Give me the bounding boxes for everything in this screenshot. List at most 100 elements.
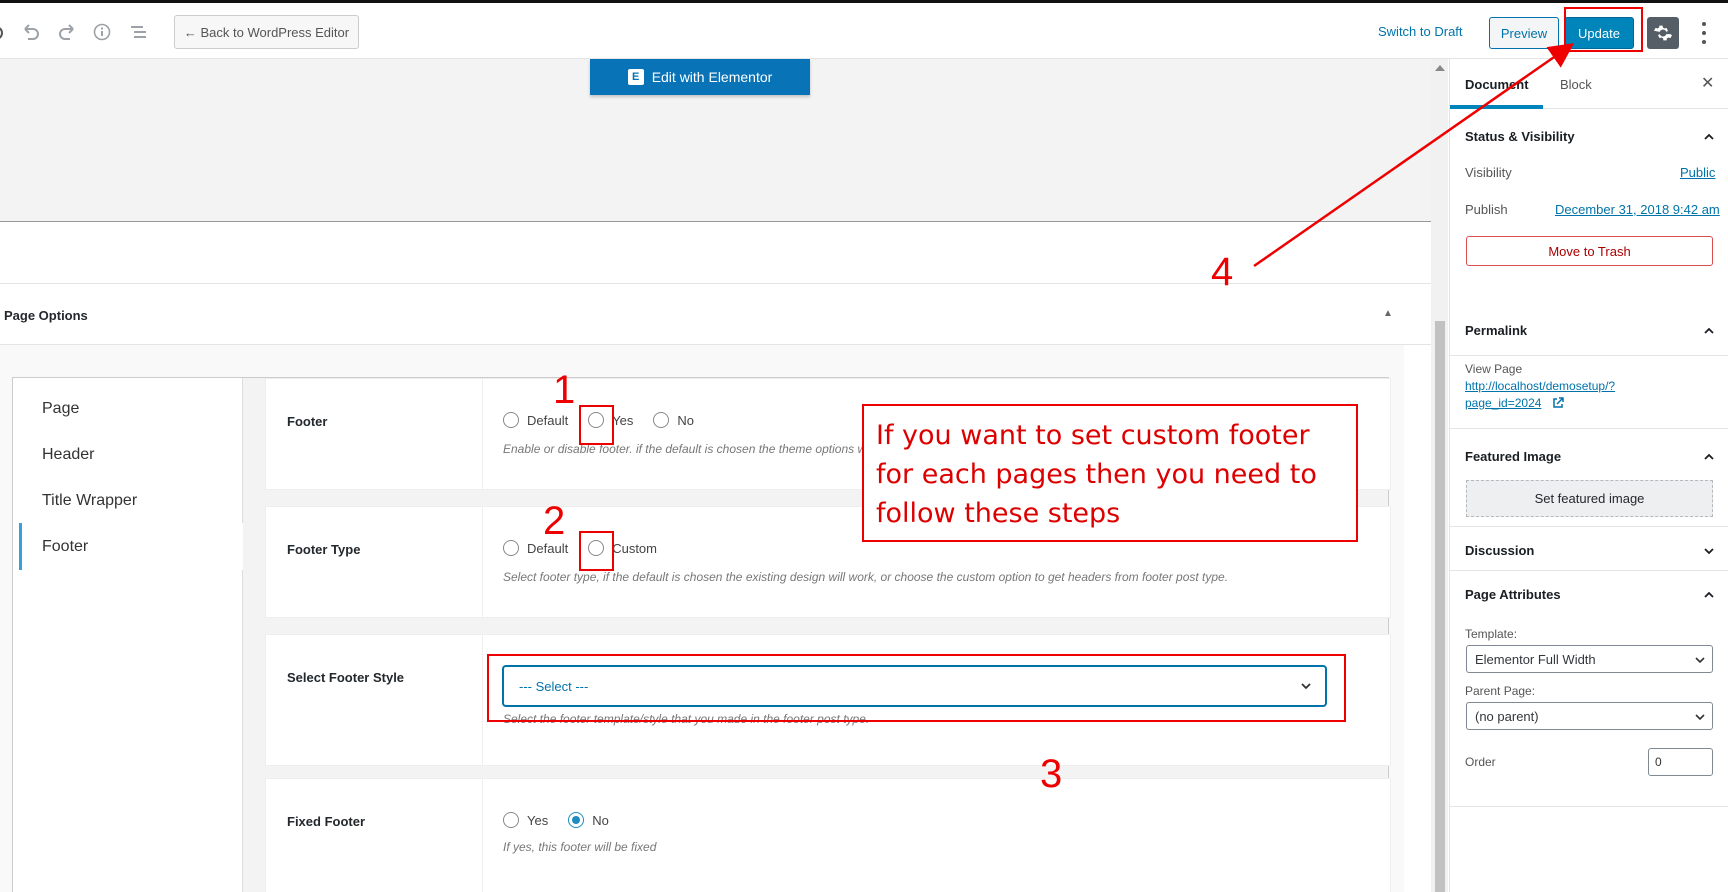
fixed-footer-field-row: Fixed Footer Yes No If yes, this footer … <box>265 778 1391 892</box>
footer-type-label: Footer Type <box>287 542 361 557</box>
order-input[interactable]: 0 <box>1648 748 1713 776</box>
featured-image-panel: Featured Image Set featured image <box>1450 429 1728 527</box>
option-label: No <box>592 812 609 828</box>
visibility-label: Visibility <box>1465 165 1512 180</box>
permalink-panel: Permalink View Page http://localhost/dem… <box>1450 303 1728 429</box>
divider <box>482 635 483 765</box>
block-navigation-icon[interactable] <box>130 23 148 45</box>
chevron-up-icon[interactable] <box>1703 325 1715 337</box>
radio-button[interactable] <box>653 412 670 428</box>
radio-button[interactable] <box>503 812 519 828</box>
footer-style-label: Select Footer Style <box>287 670 405 685</box>
divider <box>482 779 483 892</box>
editor-top-bar: ← Back to WordPress Editor Switch to Dra… <box>0 0 1728 59</box>
option-label: Default <box>527 412 569 428</box>
settings-button[interactable] <box>1647 17 1679 49</box>
parent-page-select[interactable]: (no parent) <box>1466 702 1713 730</box>
featured-image-title[interactable]: Featured Image <box>1465 449 1561 464</box>
tab-footer[interactable]: Footer <box>42 538 88 556</box>
add-block-icon[interactable] <box>0 23 8 47</box>
options-tab-list: Page Header Title Wrapper Footer <box>13 378 243 892</box>
move-to-trash-button[interactable]: Move to Trash <box>1466 236 1713 266</box>
dot <box>1702 21 1706 26</box>
tab-header[interactable]: Header <box>42 446 94 464</box>
collapse-triangle-icon[interactable]: ▲ <box>1383 308 1393 319</box>
template-selected-value: Elementor Full Width <box>1475 651 1596 667</box>
fixed-footer-option-yes[interactable]: Yes <box>503 812 548 828</box>
scroll-up-arrow-icon[interactable] <box>1435 65 1445 71</box>
chevron-up-icon[interactable] <box>1703 451 1715 463</box>
discussion-title[interactable]: Discussion <box>1465 543 1534 558</box>
template-select[interactable]: Elementor Full Width <box>1466 645 1713 673</box>
radio-button[interactable] <box>503 412 519 428</box>
footer-type-description: Select footer type, if the default is ch… <box>503 570 1229 584</box>
permalink-url-line2[interactable]: page_id=2024 <box>1465 396 1541 410</box>
chevron-down-icon <box>1695 714 1705 721</box>
sidebar-tabs: Document Block ✕ <box>1450 59 1728 109</box>
discussion-panel[interactable]: Discussion <box>1450 527 1728 571</box>
footer-label: Footer <box>287 414 328 429</box>
external-link-icon[interactable] <box>1552 397 1564 409</box>
elementor-icon: E <box>627 69 644 85</box>
elementor-placeholder: E Edit with Elementor <box>0 59 1431 222</box>
page-attributes-title[interactable]: Page Attributes <box>1465 587 1561 602</box>
annotation-step-1: 1 <box>553 368 576 412</box>
editor-scrollbar[interactable] <box>1431 59 1448 892</box>
option-label: No <box>677 412 695 428</box>
view-page-label: View Page <box>1465 362 1523 376</box>
order-label: Order <box>1465 755 1496 769</box>
set-featured-image-button[interactable]: Set featured image <box>1466 480 1713 517</box>
annotation-callout: If you want to set custom footer for eac… <box>862 404 1358 542</box>
annotation-box-update <box>1564 7 1643 52</box>
chevron-up-icon[interactable] <box>1703 131 1715 143</box>
tab-document[interactable]: Document <box>1465 77 1529 92</box>
tab-page[interactable]: Page <box>42 400 79 418</box>
tab-title-wrapper[interactable]: Title Wrapper <box>42 492 137 510</box>
fixed-footer-radio-group: Yes No <box>503 812 629 828</box>
parent-page-label: Parent Page: <box>1465 684 1536 698</box>
edit-with-elementor-label: Edit with Elementor <box>651 69 773 85</box>
fixed-footer-description: If yes, this footer will be fixed <box>503 840 657 854</box>
undo-icon[interactable] <box>22 23 40 45</box>
dot <box>1702 30 1706 35</box>
divider <box>482 379 483 489</box>
annotation-step-3: 3 <box>1040 752 1063 796</box>
chevron-up-icon[interactable] <box>1703 589 1715 601</box>
preview-button[interactable]: Preview <box>1489 17 1559 49</box>
tab-block[interactable]: Block <box>1560 77 1592 92</box>
permalink-url-line1[interactable]: http://localhost/demosetup/? <box>1465 379 1615 393</box>
status-visibility-title[interactable]: Status & Visibility <box>1465 129 1575 144</box>
gear-icon <box>1654 25 1672 41</box>
footer-option-no[interactable]: No <box>653 412 694 428</box>
more-options-button[interactable] <box>1698 19 1710 47</box>
annotation-box-step3 <box>487 654 1346 722</box>
footer-description: Enable or disable footer. if the default… <box>503 442 907 456</box>
permalink-title[interactable]: Permalink <box>1465 323 1527 338</box>
radio-button[interactable] <box>503 540 519 556</box>
option-label: Yes <box>527 812 549 828</box>
visibility-value-link[interactable]: Public <box>1680 165 1715 180</box>
fixed-footer-option-no[interactable]: No <box>568 812 609 828</box>
scroll-thumb[interactable] <box>1435 321 1445 892</box>
close-icon[interactable]: ✕ <box>1701 73 1714 93</box>
chevron-down-icon[interactable] <box>1703 545 1715 557</box>
redo-icon[interactable] <box>58 23 76 45</box>
option-label: Custom <box>612 540 657 556</box>
annotation-box-step1 <box>579 405 614 445</box>
publish-date-link[interactable]: December 31, 2018 9:42 am <box>1555 202 1720 217</box>
page-options-title: Page Options <box>4 308 88 323</box>
publish-label: Publish <box>1465 202 1508 217</box>
divider <box>482 507 483 617</box>
dot <box>1702 40 1706 45</box>
annotation-step-2: 2 <box>543 499 566 543</box>
annotation-box-step2 <box>579 531 614 571</box>
back-to-wordpress-editor-button[interactable]: ← Back to WordPress Editor <box>174 15 359 49</box>
switch-to-draft-link[interactable]: Switch to Draft <box>1378 24 1463 39</box>
parent-page-selected-value: (no parent) <box>1475 708 1539 724</box>
footer-option-default[interactable]: Default <box>503 412 568 428</box>
fixed-footer-label: Fixed Footer <box>287 814 366 829</box>
edit-with-elementor-button[interactable]: E Edit with Elementor <box>590 59 810 95</box>
info-icon[interactable] <box>93 23 111 45</box>
chevron-down-icon <box>1695 657 1705 664</box>
radio-button-checked[interactable] <box>568 812 585 828</box>
